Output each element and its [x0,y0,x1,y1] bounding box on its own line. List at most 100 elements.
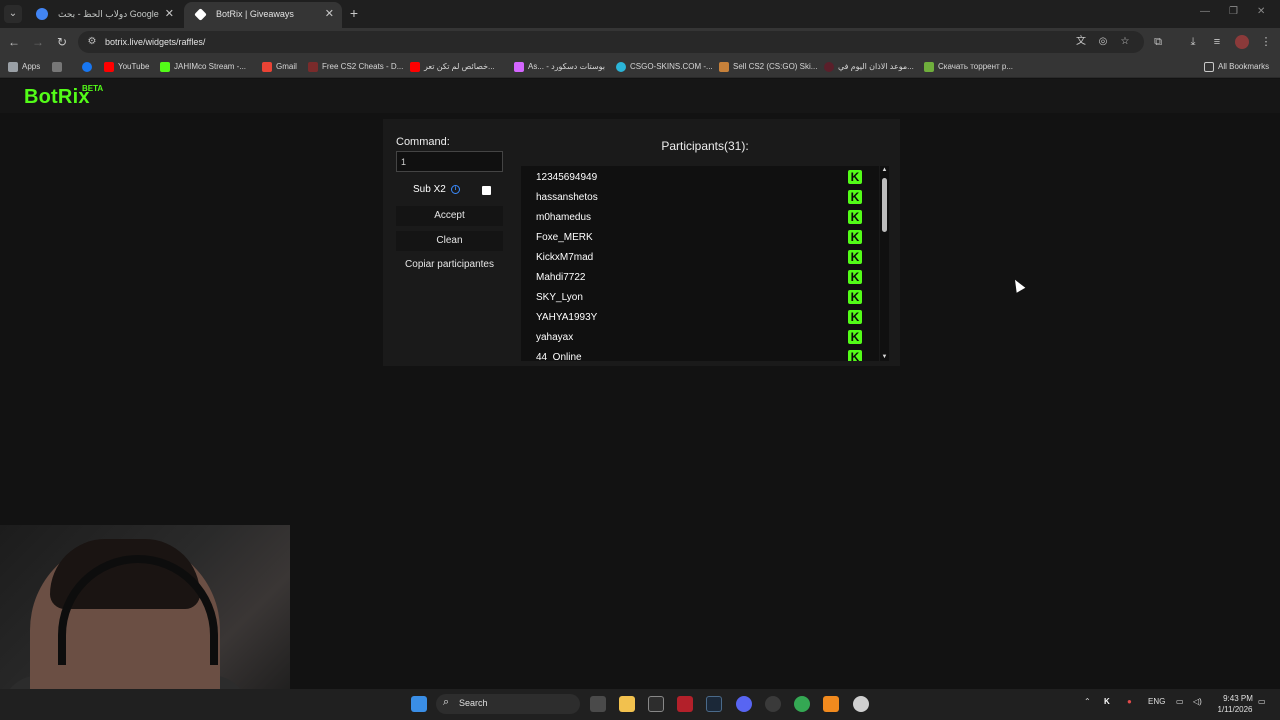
kick-tray-icon[interactable]: K [1104,697,1110,706]
scrollbar-thumb[interactable] [882,178,887,232]
profile-avatar[interactable] [1235,35,1249,49]
tab-title: دولاب الحظ - بحث Google [58,9,159,19]
clean-button[interactable]: Clean [396,231,503,251]
participants-list[interactable]: 12345694949 K hassanshetos K m0hamedus K Fo… [521,166,879,361]
clock-date[interactable]: 1/11/2026 [1212,705,1258,714]
bookmark-csgo-skins[interactable]: CSGO-SKINS.COM -... [616,60,713,74]
new-tab-button[interactable]: + [346,5,362,21]
bookmark-jahimco[interactable]: JAHIMco Stream -... [160,60,246,74]
participant-name: YAHYA1993Y [536,312,598,323]
tray-overflow-icon[interactable]: ⌃ [1084,697,1091,706]
app-icon[interactable] [823,696,839,712]
steam-icon[interactable] [706,696,722,712]
kick-icon: K [848,330,862,344]
participant-name: yahayax [536,332,574,343]
volume-icon[interactable]: ◁) [1193,697,1202,706]
command-input[interactable] [396,151,503,172]
participant-name: 44_Online [536,352,582,361]
list-item: hassanshetos K [521,187,879,207]
logitech-icon[interactable] [648,696,664,712]
list-item: yahayax K [521,327,879,347]
app-icon[interactable] [677,696,693,712]
site-icon [924,62,934,72]
network-icon[interactable]: ▭ [1176,697,1184,706]
eye-off-icon[interactable]: ◎ [1096,35,1110,49]
restore-icon[interactable]: ❐ [1229,6,1238,17]
extensions-icon[interactable]: ⧉ [1150,34,1166,50]
all-bookmarks[interactable]: All Bookmarks [1204,60,1269,74]
bookmark-apps[interactable]: Apps [8,60,40,74]
close-tab-icon[interactable]: ✕ [325,2,334,26]
forward-arrow-icon[interactable]: → [30,34,46,50]
info-icon[interactable]: i [451,185,460,194]
youtube-icon [104,62,114,72]
notification-icon[interactable]: ▭ [1258,697,1266,706]
bookmark-gmail[interactable]: Gmail [262,60,297,74]
address-bar[interactable]: ⚙ botrix.live/widgets/raffles/ 文 ◎ ☆ [78,31,1144,53]
menu-dots-icon[interactable]: ⋮ [1258,34,1274,50]
participant-name: Mahdi7722 [536,272,586,283]
bookmark-cs2-cheats[interactable]: Free CS2 Cheats - D... [308,60,403,74]
tab-search-button[interactable]: ⌄ [4,5,22,23]
minimize-icon[interactable]: — [1200,6,1210,17]
bookmarks-bar: Apps YouTube JAHIMco Stream -... Gmail F… [0,56,1280,78]
media-control-icon[interactable]: ≡ [1209,34,1225,50]
bookmark-facebook[interactable] [82,60,96,74]
botrix-favicon-icon [194,8,207,21]
bookmark-youtube[interactable]: YouTube [104,60,149,74]
star-icon[interactable]: ☆ [1118,35,1132,49]
kick-icon: K [848,270,862,284]
discord-icon[interactable] [736,696,752,712]
participants-title: Participants(31): [661,139,749,153]
tab-google-search[interactable]: دولاب الحظ - بحث Google ✕ [26,2,182,28]
sub-x2-checkbox[interactable] [482,186,491,195]
close-tab-icon[interactable]: ✕ [165,2,174,26]
obs-icon[interactable] [853,696,869,712]
reload-icon[interactable]: ↻ [54,34,70,50]
site-icon [824,62,834,72]
botrix-logo[interactable]: BotRix [24,86,90,109]
gmail-icon [262,62,272,72]
participant-name: Foxe_MERK [536,232,593,243]
microphone-icon[interactable]: ● [1127,697,1132,706]
bookmark-sell-cs2[interactable]: Sell CS2 (CS:GO) Ski... [719,60,817,74]
site-info-icon[interactable]: ⚙ [85,35,99,49]
app-icon[interactable] [765,696,781,712]
translate-icon[interactable]: 文 [1074,35,1088,49]
sub-x2-label: Sub X2 [413,184,446,195]
mouse-cursor-icon [1010,277,1026,293]
google-icon [36,8,48,20]
participants-scrollbar[interactable]: ▲ ▼ [880,166,889,361]
scroll-up-arrow-icon[interactable]: ▲ [881,167,888,173]
back-arrow-icon[interactable]: ← [6,34,22,50]
participant-name: KickxM7mad [536,252,594,263]
url-text[interactable]: botrix.live/widgets/raffles/ [105,35,205,49]
copy-participants-button[interactable]: Copiar participantes [396,259,503,270]
apps-grid-icon [8,62,18,72]
participant-name: m0hamedus [536,212,592,223]
list-item: 12345694949 K [521,167,879,187]
taskbar-search[interactable]: ⌕ Search [436,694,580,714]
bookmark-grid[interactable] [52,60,66,74]
tab-botrix[interactable]: BotRix | Giveaways ✕ [184,2,342,28]
clock-time[interactable]: 9:43 PM [1218,694,1258,703]
bookmark-torrent[interactable]: Скачать торрент р... [924,60,1013,74]
accept-button[interactable]: Accept [396,206,503,226]
bookmark-discord-posts[interactable]: As... - بوستات دسكورد [514,60,605,74]
bookmark-arabic-1[interactable]: خصائص لم تكن تعر... [410,60,495,74]
search-icon: ⌕ [443,696,450,708]
close-window-icon[interactable]: ✕ [1257,6,1265,17]
task-view-icon[interactable] [590,696,606,712]
facebook-icon [82,62,92,72]
scroll-down-arrow-icon[interactable]: ▼ [881,354,888,360]
download-icon[interactable]: ⤓ [1185,34,1201,50]
bookmark-prayer-times[interactable]: موعد الاذان اليوم في... [824,60,914,74]
file-explorer-icon[interactable] [619,696,635,712]
chrome-icon[interactable] [794,696,810,712]
list-item: KickxM7mad K [521,247,879,267]
windows-start-icon[interactable] [411,696,427,712]
kick-icon: K [848,170,862,184]
list-item: m0hamedus K [521,207,879,227]
language-indicator[interactable]: ENG [1148,697,1165,706]
kick-icon: K [848,230,862,244]
